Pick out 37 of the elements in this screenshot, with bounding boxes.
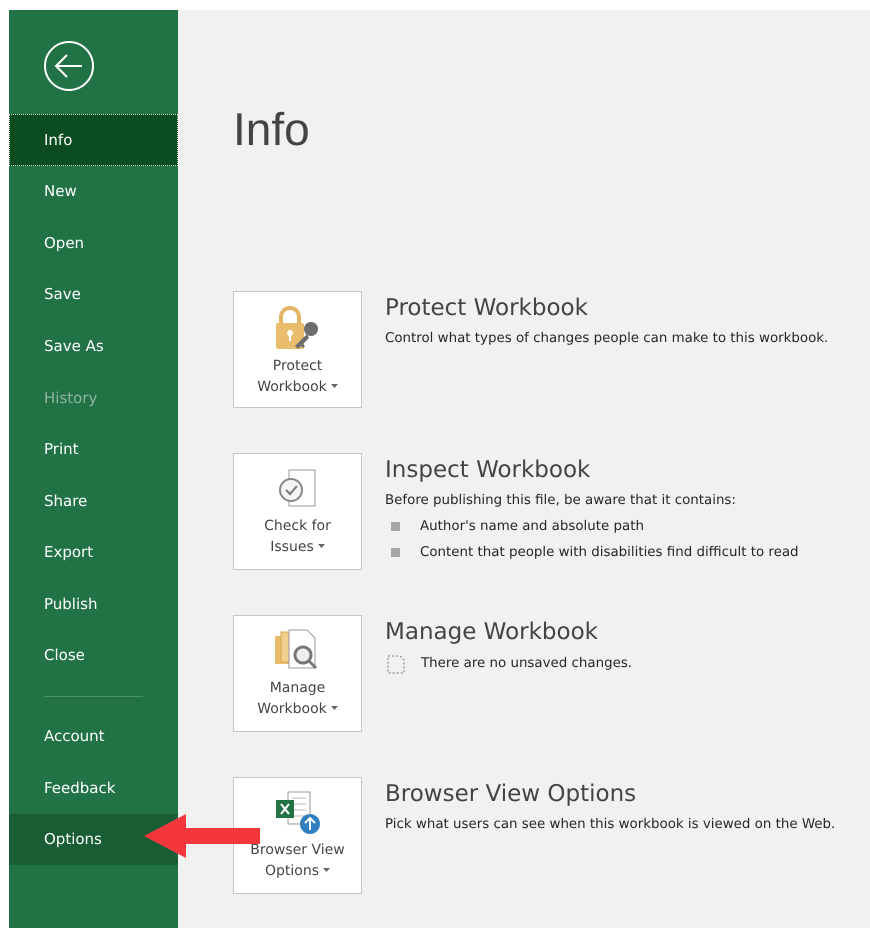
menu-item[interactable]: Info [9, 114, 178, 166]
status-text: There are no unsaved changes. [421, 654, 632, 673]
back-button[interactable] [43, 40, 95, 92]
section-title: Inspect Workbook [385, 457, 592, 485]
dropdown-button[interactable]: Manage Workbook [233, 615, 362, 732]
caret-icon [318, 544, 325, 548]
section-title: Browser View Options [385, 781, 638, 809]
menu-item[interactable]: Feedback [9, 762, 178, 814]
bullet-text: Content that people with disabilities find difficult to read [420, 544, 799, 562]
menu-item[interactable]: Save [9, 268, 178, 320]
section-title: Protect Workbook [385, 295, 589, 323]
section-title: Manage Workbook [385, 619, 599, 647]
excel-upload-icon [274, 790, 322, 836]
caret-icon [330, 384, 338, 388]
bullet-icon [391, 522, 400, 532]
menu-item[interactable]: Share [9, 475, 178, 527]
dropdown-button[interactable]: Browser View Options [233, 777, 362, 894]
section-description: Pick what users can see when this workbook is viewed on the Web. [385, 816, 836, 834]
menu-item[interactable]: Options [9, 814, 178, 866]
menu-item[interactable]: Export [9, 526, 178, 578]
caret-icon [330, 706, 338, 710]
bullet-text: Author's name and absolute path [420, 518, 644, 536]
section-description: Before publishing this file, be aware that it contains: [385, 492, 737, 510]
page-title: Info [233, 106, 310, 152]
dropdown-button[interactable]: Protect Workbook [233, 291, 362, 408]
menu-item[interactable]: Publish [9, 578, 178, 630]
document-icon [385, 652, 407, 675]
section-description: Control what types of changes people can make to this workbook. [385, 330, 828, 348]
menu-item[interactable]: Open [9, 217, 178, 269]
menu-item[interactable]: Save As [9, 320, 178, 372]
menu-item[interactable]: New [9, 166, 178, 218]
menu-item[interactable]: Account [9, 710, 178, 762]
dropdown-button[interactable]: Check for Issues [233, 453, 362, 570]
bullet-icon [391, 548, 400, 558]
caret-icon [323, 868, 330, 872]
menu-item[interactable]: Close [9, 630, 178, 682]
menu-item[interactable]: Print [9, 424, 178, 476]
